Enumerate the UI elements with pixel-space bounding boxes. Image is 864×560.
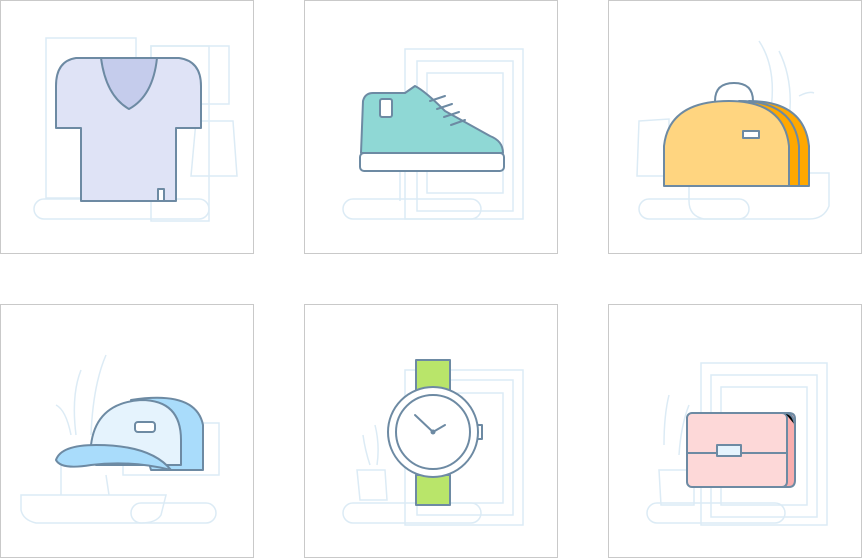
wristwatch-icon (342, 359, 524, 526)
duffel-bag-icon (636, 40, 830, 220)
product-card-sneaker[interactable] (304, 0, 558, 254)
t-shirt-icon (33, 37, 238, 222)
product-card-duffel-bag[interactable] (608, 0, 862, 254)
briefcase-icon (646, 362, 828, 526)
sneaker-icon (342, 48, 524, 220)
product-card-briefcase[interactable] (608, 304, 862, 558)
product-card-cap[interactable] (0, 304, 254, 558)
baseball-cap-icon (20, 354, 220, 524)
product-card-watch[interactable] (304, 304, 558, 558)
product-card-tshirt[interactable] (0, 0, 254, 254)
